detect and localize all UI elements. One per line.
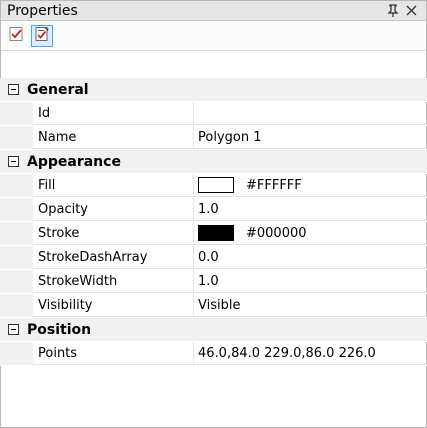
property-row-id[interactable]: Id bbox=[0, 102, 427, 126]
property-value-text: 46.0,84.0 229.0,86.0 226.0 bbox=[198, 345, 376, 361]
property-value[interactable] bbox=[194, 102, 427, 125]
property-name: Stroke bbox=[33, 222, 194, 245]
property-name: Points bbox=[33, 342, 194, 365]
property-value[interactable]: #000000 bbox=[194, 222, 427, 245]
row-gutter bbox=[0, 270, 33, 293]
property-row-name[interactable]: Name Polygon 1 bbox=[0, 126, 427, 150]
category-appearance[interactable]: Appearance bbox=[0, 150, 427, 174]
collapse-icon[interactable] bbox=[8, 84, 19, 95]
property-name: Opacity bbox=[33, 198, 194, 221]
property-value-text: 0.0 bbox=[198, 249, 219, 265]
edit-checklist-button[interactable] bbox=[31, 24, 53, 47]
collapse-icon[interactable] bbox=[8, 324, 19, 335]
property-value[interactable]: Polygon 1 bbox=[194, 126, 427, 149]
property-value-text: #FFFFFF bbox=[246, 177, 302, 193]
color-swatch[interactable] bbox=[198, 177, 234, 193]
panel-title: Properties bbox=[7, 2, 78, 19]
row-gutter bbox=[0, 246, 33, 269]
row-gutter bbox=[0, 294, 33, 317]
row-gutter bbox=[0, 126, 33, 149]
property-value[interactable]: 1.0 bbox=[194, 270, 427, 293]
property-name: StrokeWidth bbox=[33, 270, 194, 293]
row-gutter bbox=[0, 174, 33, 197]
property-value-text: 1.0 bbox=[198, 201, 219, 217]
pin-icon[interactable] bbox=[384, 2, 402, 20]
property-value[interactable]: 1.0 bbox=[194, 198, 427, 221]
property-name: Id bbox=[33, 102, 194, 125]
property-row-stroke[interactable]: Stroke #000000 bbox=[0, 222, 427, 246]
checklist-button[interactable] bbox=[5, 25, 27, 47]
property-row-strokedasharray[interactable]: StrokeDashArray 0.0 bbox=[0, 246, 427, 270]
category-position[interactable]: Position bbox=[0, 318, 427, 342]
property-row-visibility[interactable]: Visibility Visible bbox=[0, 294, 427, 318]
property-row-points[interactable]: Points 46.0,84.0 229.0,86.0 226.0 bbox=[0, 342, 427, 366]
property-value[interactable]: 0.0 bbox=[194, 246, 427, 269]
property-row-strokewidth[interactable]: StrokeWidth 1.0 bbox=[0, 270, 427, 294]
property-value-text: 1.0 bbox=[198, 273, 219, 289]
property-toolbar bbox=[1, 21, 426, 51]
property-grid: General Id Name Polygon 1 Appearance Fill #FFF… bbox=[0, 78, 427, 366]
property-name: Fill bbox=[33, 174, 194, 197]
property-value-text: #000000 bbox=[246, 225, 307, 241]
property-name: Name bbox=[33, 126, 194, 149]
property-name: StrokeDashArray bbox=[33, 246, 194, 269]
property-name: Visibility bbox=[33, 294, 194, 317]
row-gutter bbox=[0, 198, 33, 221]
property-value[interactable]: #FFFFFF bbox=[194, 174, 427, 197]
row-gutter bbox=[0, 222, 33, 245]
category-label: Position bbox=[27, 321, 92, 338]
close-icon[interactable] bbox=[402, 2, 420, 20]
property-value[interactable]: Visible bbox=[194, 294, 427, 317]
property-value-text: Visible bbox=[198, 297, 241, 313]
row-gutter bbox=[0, 102, 33, 125]
category-general[interactable]: General bbox=[0, 78, 427, 102]
color-swatch[interactable] bbox=[198, 225, 234, 241]
property-row-fill[interactable]: Fill #FFFFFF bbox=[0, 174, 427, 198]
edit-checklist-icon bbox=[34, 26, 50, 46]
panel-titlebar: Properties bbox=[1, 1, 426, 21]
checklist-icon bbox=[8, 26, 24, 46]
category-label: Appearance bbox=[27, 153, 121, 170]
category-label: General bbox=[27, 81, 89, 98]
collapse-icon[interactable] bbox=[8, 156, 19, 167]
property-value[interactable]: 46.0,84.0 229.0,86.0 226.0 bbox=[194, 342, 427, 365]
row-gutter bbox=[0, 342, 33, 365]
property-row-opacity[interactable]: Opacity 1.0 bbox=[0, 198, 427, 222]
property-value-text: Polygon 1 bbox=[198, 129, 262, 145]
